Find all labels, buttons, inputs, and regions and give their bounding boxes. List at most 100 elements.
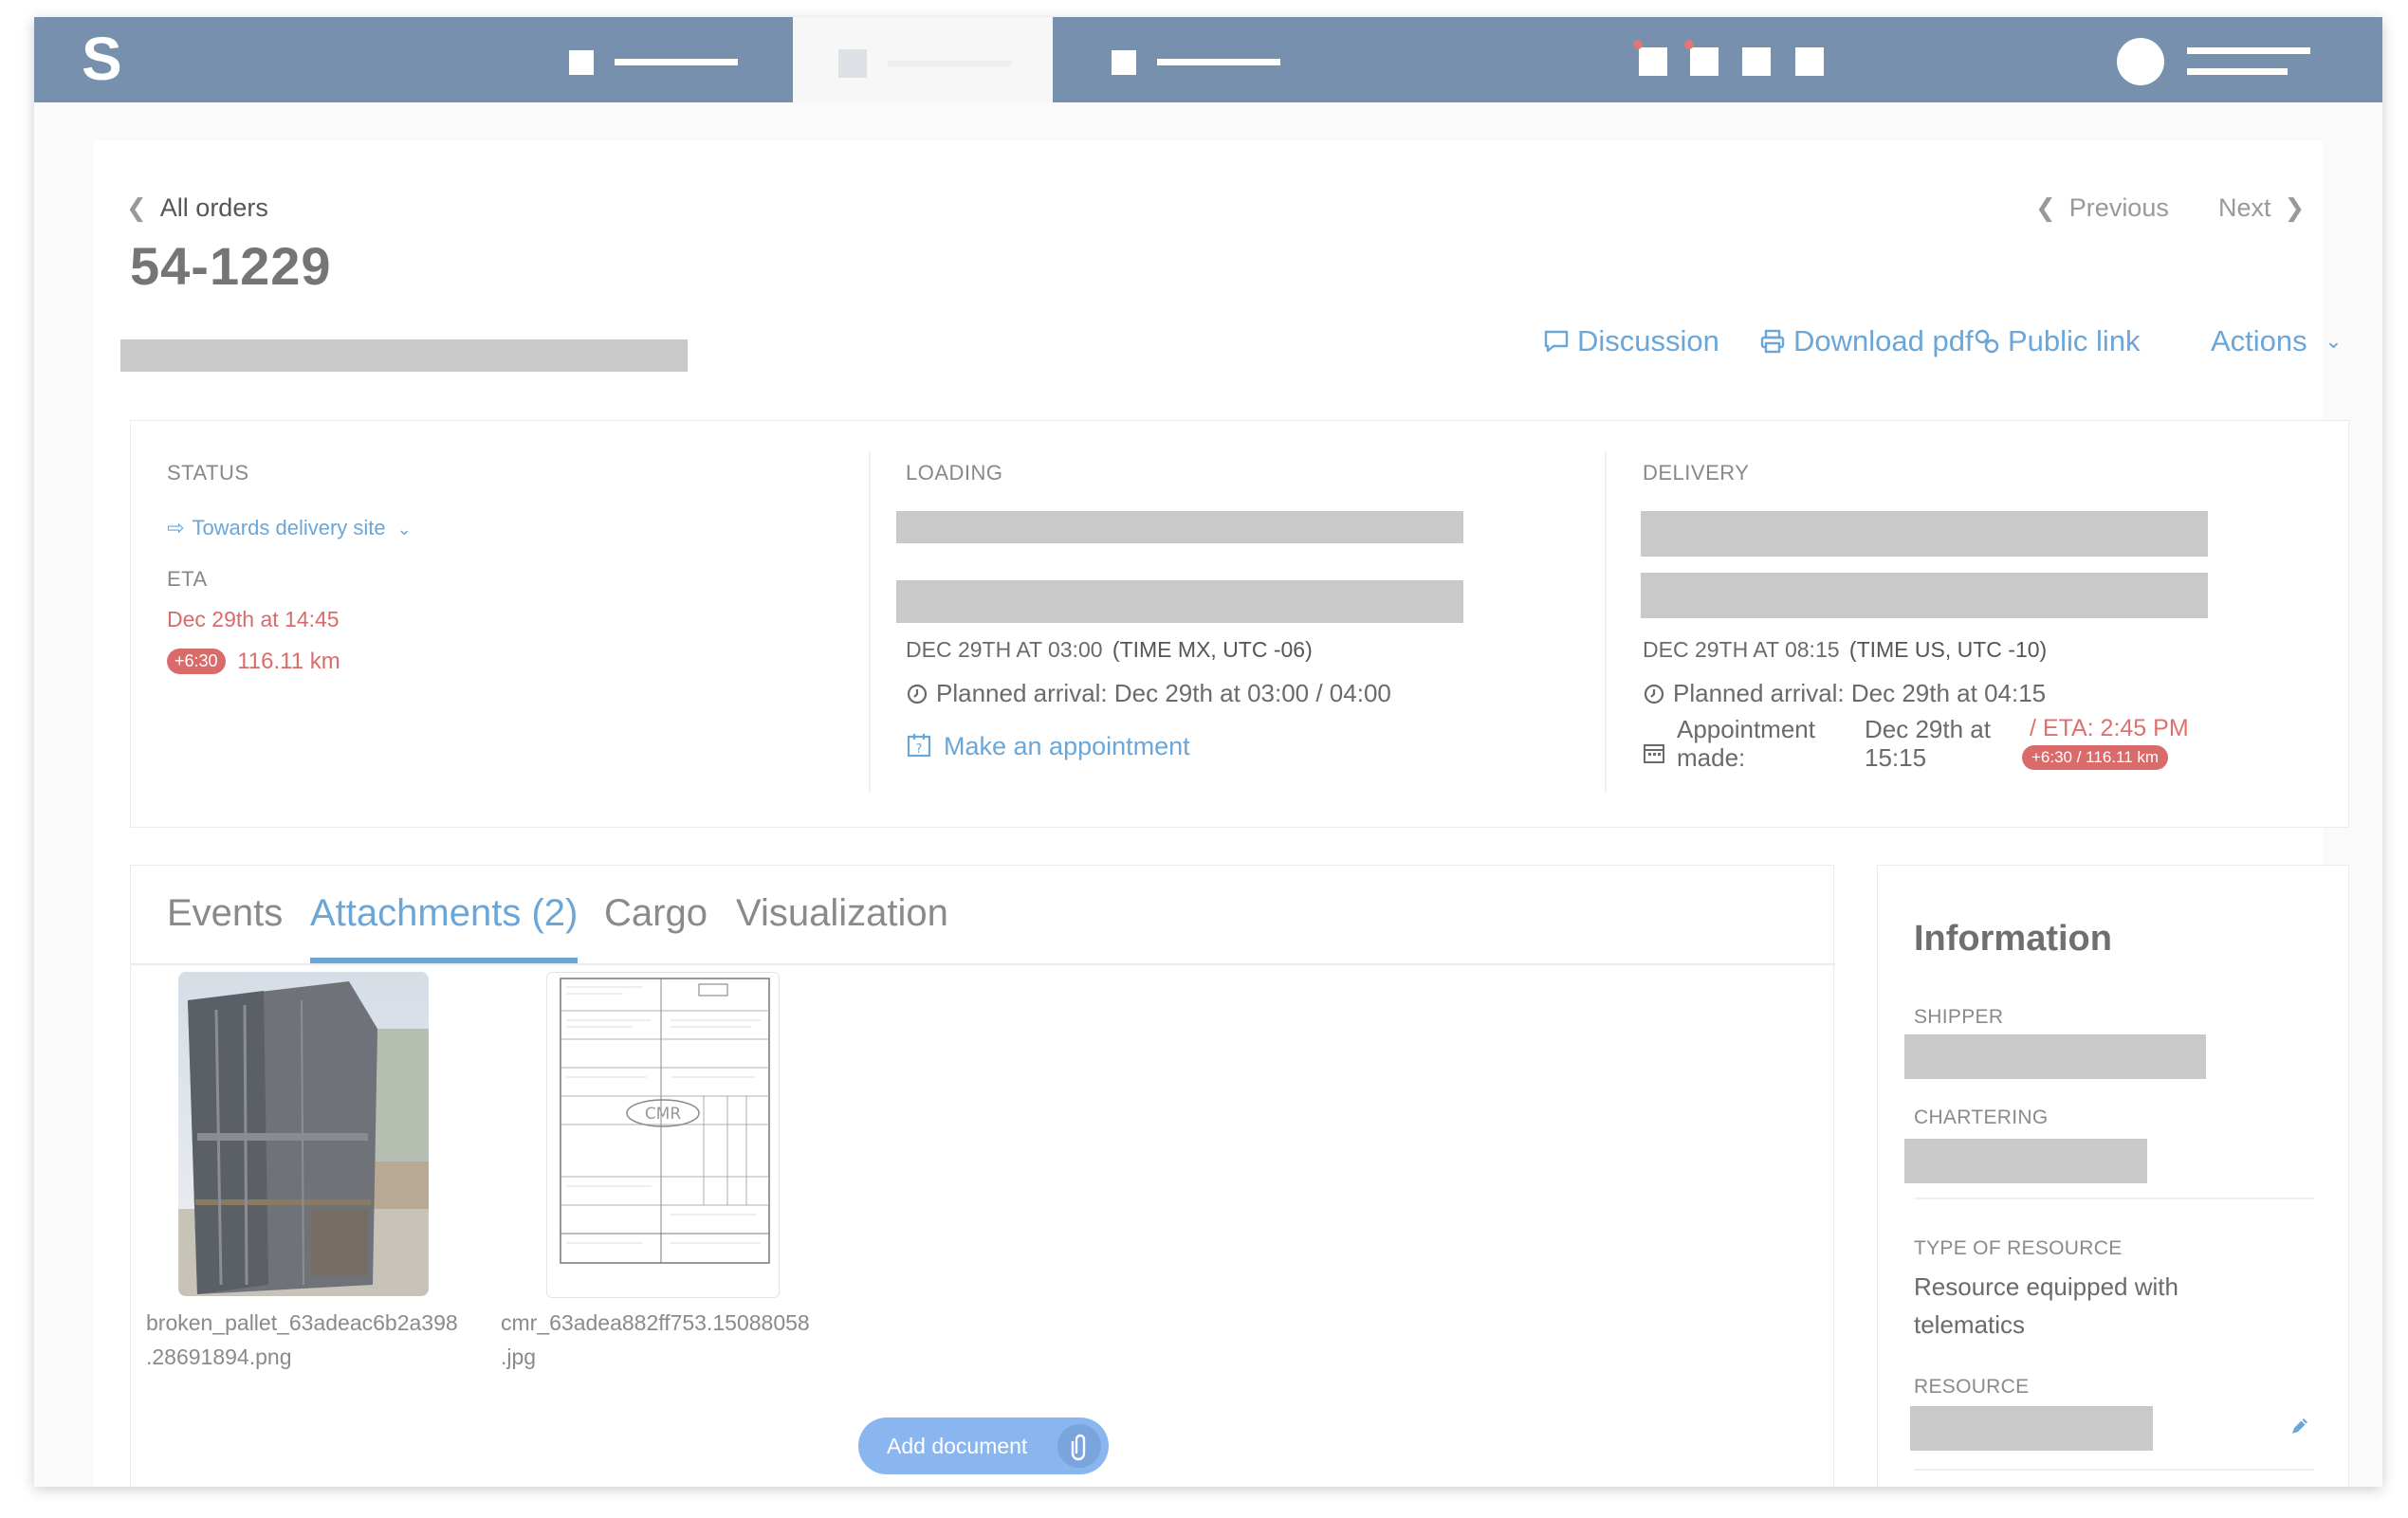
resource-type-line2: telematics	[1914, 1310, 2026, 1339]
order-number-title: 54-1229	[130, 236, 332, 296]
user-name-placeholder	[2187, 47, 2310, 54]
route-arrow-icon: ⇨	[167, 516, 185, 540]
delay-info: +6:30 116.11 km	[167, 649, 340, 675]
attachment-filename-1[interactable]: broken_pallet_63adeac6b2a398 .28691894.p…	[146, 1306, 458, 1374]
delivery-eta-badge: +6:30 / 116.11 km	[2022, 745, 2169, 770]
add-document-label: Add document	[887, 1434, 1028, 1458]
make-appointment-label: Make an appointment	[944, 732, 1190, 760]
tabs-panel: Events Attachments (2) Cargo Visualizati…	[130, 865, 1835, 1487]
chat-icon	[1543, 328, 1570, 362]
message-icon[interactable]	[1690, 47, 1719, 76]
attachment-thumbnail-photo[interactable]	[178, 972, 429, 1296]
apps-icon[interactable]	[1795, 47, 1824, 76]
filename-line2: .jpg	[501, 1344, 537, 1369]
actions-label: Actions	[2211, 324, 2307, 357]
distance-value: 116.11 km	[237, 649, 340, 674]
nav-item-icon	[569, 50, 594, 75]
eta-value: Dec 29th at 14:45	[167, 607, 340, 631]
user-company-placeholder	[2187, 68, 2288, 75]
shipper-label: SHIPPER	[1914, 1006, 2004, 1028]
loading-planned-text: Planned arrival: Dec 29th at 03:00 / 04:…	[936, 679, 1391, 707]
nav-item-icon	[1112, 50, 1136, 75]
top-navigation-bar: S	[34, 17, 2382, 102]
delivery-date: DEC 29TH AT 08:15	[1643, 637, 1840, 662]
chevron-left-icon: ❮	[126, 193, 147, 222]
make-appointment-link[interactable]: ? Make an appointment	[906, 732, 1190, 765]
actions-dropdown[interactable]: Actions ⌄	[2211, 324, 2343, 358]
delivery-datetime: DEC 29TH AT 08:15 (TIME US, UTC -10)	[1643, 637, 2047, 663]
resource-type-line1: Resource equipped with	[1914, 1272, 2178, 1301]
cmr-document-image: CMR	[547, 973, 779, 1297]
appointment-label-line2: made:	[1677, 743, 1746, 772]
delay-badge: +6:30	[167, 649, 226, 674]
delivery-planned-arrival: Planned arrival: Dec 29th at 04:15	[1643, 679, 2046, 712]
notification-icon[interactable]	[1639, 47, 1667, 76]
redacted-delivery-address	[1641, 573, 2208, 618]
pallet-photo-image	[178, 972, 429, 1296]
chartering-label: CHARTERING	[1914, 1106, 2049, 1128]
tab-events[interactable]: Events	[167, 892, 283, 935]
back-link-label: All orders	[159, 193, 268, 222]
loading-planned-arrival: Planned arrival: Dec 29th at 03:00 / 04:…	[906, 679, 1391, 712]
app-logo[interactable]: S	[82, 28, 122, 89]
download-pdf-label: Download pdf	[1793, 324, 1974, 357]
status-section-label: STATUS	[167, 461, 249, 485]
info-divider	[1914, 1469, 2314, 1471]
delivery-eta-badge-wrap: +6:30 / 116.11 km	[2022, 745, 2169, 770]
loading-datetime: DEC 29TH AT 03:00 (TIME MX, UTC -06)	[906, 637, 1313, 663]
redacted-loading-site	[896, 511, 1463, 543]
active-tab-indicator	[310, 958, 578, 963]
user-avatar[interactable]	[2117, 38, 2164, 85]
order-summary-panel: STATUS ⇨ Towards delivery site ⌄ ETA Dec 2…	[130, 420, 2349, 828]
chevron-down-icon: ⌄	[396, 520, 412, 539]
nav-item-label-placeholder	[888, 61, 1011, 66]
appointment-made-label: Appointment made:	[1677, 715, 1815, 772]
order-detail-card: ❮ All orders ❮ Previous Next ❯ 54-1229 Disc…	[94, 140, 2349, 1487]
filename-line1: broken_pallet_63adeac6b2a398	[146, 1310, 458, 1335]
tabs-divider	[131, 963, 1835, 965]
appointment-date-line2: 15:15	[1865, 743, 1927, 772]
attachment-filename-2[interactable]: cmr_63adea882ff753.15088058 .jpg	[501, 1306, 810, 1374]
resource-type-label: TYPE OF RESOURCE	[1914, 1237, 2123, 1259]
filename-line1: cmr_63adea882ff753.15088058	[501, 1310, 810, 1335]
back-to-orders-link[interactable]: ❮ All orders	[126, 193, 268, 223]
loading-section-label: LOADING	[906, 461, 1003, 485]
notification-badge	[1633, 40, 1643, 49]
previous-order-link[interactable]: ❮ Previous	[2035, 193, 2169, 223]
nav-item-label-placeholder	[615, 59, 738, 65]
status-dropdown[interactable]: ⇨ Towards delivery site ⌄	[167, 516, 412, 540]
cmr-stamp-text: CMR	[645, 1105, 682, 1124]
edit-pencil-icon[interactable]	[2288, 1414, 2312, 1443]
attachment-thumbnail-document[interactable]: CMR	[546, 972, 780, 1298]
public-link-button[interactable]: Public link	[1974, 324, 2141, 362]
calendar-check-icon	[1643, 741, 1665, 769]
status-value: Towards delivery site	[192, 516, 386, 540]
redacted-chartering	[1904, 1139, 2147, 1183]
nav-item-active[interactable]	[793, 17, 1053, 102]
chevron-down-icon: ⌄	[2325, 329, 2343, 353]
info-divider	[1914, 1198, 2314, 1199]
calendar-question-icon: ?	[906, 732, 932, 765]
appointment-made-date: Dec 29th at 15:15	[1865, 715, 1991, 772]
resource-type-value: Resource equipped with telematics	[1914, 1268, 2178, 1344]
link-icon	[1974, 328, 2000, 362]
loading-date: DEC 29TH AT 03:00	[906, 637, 1103, 662]
chevron-right-icon: ❯	[2284, 193, 2306, 222]
information-panel: Information SHIPPER CHARTERING TYPE OF R…	[1877, 865, 2349, 1487]
download-pdf-button[interactable]: Download pdf	[1759, 324, 1974, 362]
delivery-planned-text: Planned arrival: Dec 29th at 04:15	[1673, 679, 2047, 707]
appointment-label-line1: Appointment	[1677, 715, 1815, 743]
delivery-section-label: DELIVERY	[1643, 461, 1750, 485]
redacted-delivery-site	[1641, 511, 2208, 557]
next-label: Next	[2218, 193, 2271, 222]
paperclip-icon	[1057, 1424, 1101, 1468]
tab-attachments[interactable]: Attachments (2)	[310, 892, 578, 935]
loading-timezone: (TIME MX, UTC -06)	[1112, 637, 1313, 662]
next-order-link[interactable]: Next ❯	[2218, 193, 2305, 223]
tool-icon[interactable]	[1742, 47, 1771, 76]
tab-visualization[interactable]: Visualization	[736, 892, 948, 935]
clock-icon	[1643, 683, 1665, 712]
add-document-button[interactable]: Add document	[858, 1417, 1109, 1474]
tab-cargo[interactable]: Cargo	[604, 892, 708, 935]
discussion-button[interactable]: Discussion	[1543, 324, 1719, 362]
